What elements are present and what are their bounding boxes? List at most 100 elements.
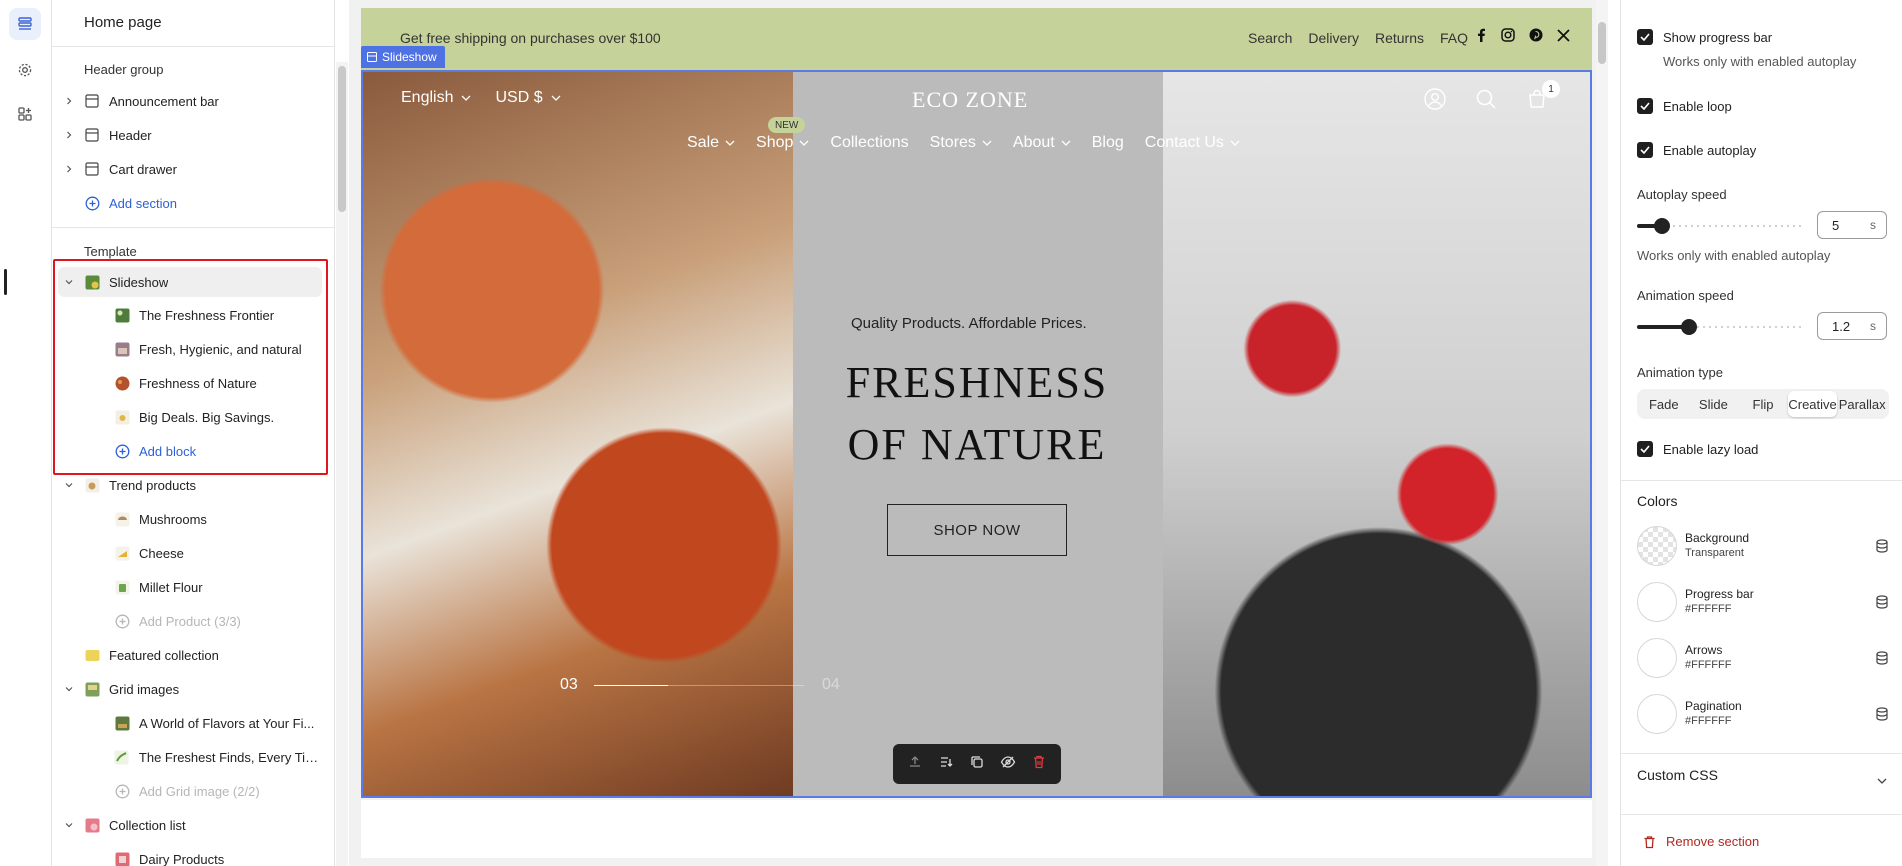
chevron-down-icon[interactable]: [64, 277, 74, 287]
nav-stores[interactable]: Stores: [930, 134, 992, 152]
section-trend-products[interactable]: Trend products: [52, 470, 322, 500]
store-logo[interactable]: ECO ZONE: [912, 87, 1028, 113]
chevron-right-icon[interactable]: [64, 164, 74, 174]
nav-about[interactable]: About: [1013, 134, 1071, 152]
link-faq[interactable]: FAQ: [1440, 30, 1468, 46]
preview-scrollbar[interactable]: [1596, 0, 1608, 866]
section-grid-images[interactable]: Grid images: [52, 674, 322, 704]
settings-gear-icon[interactable]: [9, 54, 41, 86]
block-mushrooms[interactable]: Mushrooms: [52, 504, 322, 534]
sidebar-scrollbar-thumb[interactable]: [338, 66, 346, 212]
block-cheese[interactable]: Cheese: [52, 538, 322, 568]
color-swatch[interactable]: [1637, 694, 1677, 734]
color-swatch[interactable]: [1637, 582, 1677, 622]
block-freshest-finds[interactable]: The Freshest Finds, Every Time: [52, 742, 322, 772]
announcement-bar[interactable]: Get free shipping on purchases over $100…: [361, 8, 1592, 70]
pinterest-icon[interactable]: [1529, 28, 1543, 47]
show-progress-bar-checkbox[interactable]: Show progress bar: [1637, 29, 1772, 45]
color-swatch[interactable]: [1637, 526, 1677, 566]
animation-speed-slider[interactable]: [1637, 319, 1801, 335]
slider-knob[interactable]: [1653, 218, 1670, 234]
block-dairy-products[interactable]: Dairy Products: [52, 844, 322, 866]
color-background[interactable]: Background Transparent: [1637, 526, 1889, 568]
x-twitter-icon[interactable]: [1557, 28, 1570, 47]
pagination-next[interactable]: 04: [822, 676, 840, 694]
chevron-down-icon: [551, 95, 561, 101]
database-icon[interactable]: [1875, 651, 1889, 670]
sections-icon[interactable]: [9, 8, 41, 40]
color-swatch[interactable]: [1637, 638, 1677, 678]
account-icon[interactable]: [1424, 88, 1446, 115]
duplicate-icon[interactable]: [969, 754, 985, 775]
slider-knob[interactable]: [1681, 319, 1698, 335]
divider: [1621, 480, 1902, 481]
link-delivery[interactable]: Delivery: [1308, 30, 1359, 46]
preview-scrollbar-thumb[interactable]: [1598, 22, 1606, 64]
enable-autoplay-checkbox[interactable]: Enable autoplay: [1637, 142, 1756, 158]
section-tag[interactable]: Slideshow: [361, 46, 445, 68]
chevron-down-icon: [725, 140, 735, 146]
language-selector[interactable]: English: [401, 89, 471, 107]
nav-shop[interactable]: Shop: [756, 134, 809, 152]
chevron-down-icon[interactable]: [64, 684, 74, 694]
custom-css-toggle[interactable]: Custom CSS: [1637, 767, 1718, 783]
autoplay-speed-slider[interactable]: [1637, 218, 1801, 234]
chevron-down-icon[interactable]: [64, 820, 74, 830]
nav-collections[interactable]: Collections: [830, 134, 908, 152]
lazy-load-checkbox[interactable]: Enable lazy load: [1637, 441, 1758, 457]
nav-contact-us[interactable]: Contact Us: [1145, 134, 1240, 152]
currency-selector[interactable]: USD $: [495, 89, 561, 107]
pagination-current[interactable]: 03: [560, 676, 578, 694]
section-slideshow[interactable]: Slideshow: [58, 267, 322, 297]
animation-type-parallax[interactable]: Parallax: [1837, 391, 1887, 417]
animation-type-fade[interactable]: Fade: [1639, 391, 1689, 417]
block-freshness-of-nature[interactable]: Freshness of Nature: [52, 368, 322, 398]
color-arrows[interactable]: Arrows #FFFFFF: [1637, 638, 1889, 680]
animation-speed-input[interactable]: 1.2 s: [1817, 312, 1887, 340]
add-product-button[interactable]: Add Product (3/3): [52, 606, 322, 636]
hide-eye-icon[interactable]: [1000, 754, 1016, 775]
delete-trash-icon[interactable]: [1031, 754, 1047, 775]
block-millet-flour[interactable]: Millet Flour: [52, 572, 322, 602]
chevron-right-icon[interactable]: [64, 130, 74, 140]
section-featured-collection[interactable]: Featured collection: [52, 640, 322, 670]
color-pagination[interactable]: Pagination #FFFFFF: [1637, 694, 1889, 736]
enable-loop-checkbox[interactable]: Enable loop: [1637, 98, 1732, 114]
chevron-right-icon[interactable]: [64, 96, 74, 106]
remove-section-button[interactable]: Remove section: [1643, 834, 1759, 849]
search-icon[interactable]: [1475, 88, 1497, 115]
move-down-icon[interactable]: [938, 754, 954, 775]
section-header[interactable]: Header: [52, 120, 322, 150]
block-the-freshness-frontier[interactable]: The Freshness Frontier: [52, 300, 322, 330]
add-block-button[interactable]: Add block: [52, 436, 322, 466]
nav-blog[interactable]: Blog: [1092, 134, 1124, 152]
block-fresh-hygienic-natural[interactable]: Fresh, Hygienic, and natural: [52, 334, 322, 364]
add-grid-image-button[interactable]: Add Grid image (2/2): [52, 776, 322, 806]
database-icon[interactable]: [1875, 595, 1889, 614]
autoplay-speed-input[interactable]: 5 s: [1817, 211, 1887, 239]
section-cart-drawer[interactable]: Cart drawer: [52, 154, 322, 184]
chevron-down-icon[interactable]: [1877, 771, 1887, 789]
block-world-of-flavors[interactable]: A World of Flavors at Your Fi...: [52, 708, 322, 738]
link-returns[interactable]: Returns: [1375, 30, 1424, 46]
section-announcement-bar[interactable]: Announcement bar: [52, 86, 322, 116]
facebook-icon[interactable]: [1475, 28, 1487, 47]
color-progress-bar[interactable]: Progress bar #FFFFFF: [1637, 582, 1889, 624]
apps-icon[interactable]: [9, 98, 41, 130]
animation-type-slide[interactable]: Slide: [1689, 391, 1739, 417]
block-big-deals[interactable]: Big Deals. Big Savings.: [52, 402, 322, 432]
section-collection-list[interactable]: Collection list: [52, 810, 322, 840]
shop-now-button[interactable]: SHOP NOW: [887, 504, 1067, 556]
nav-sale[interactable]: Sale: [687, 134, 735, 152]
database-icon[interactable]: [1875, 707, 1889, 726]
animation-type-flip[interactable]: Flip: [1738, 391, 1788, 417]
block-toolbar: [893, 744, 1061, 784]
database-icon[interactable]: [1875, 539, 1889, 558]
chevron-down-icon[interactable]: [64, 480, 74, 490]
move-up-icon[interactable]: [907, 754, 923, 775]
link-search[interactable]: Search: [1248, 30, 1292, 46]
instagram-icon[interactable]: [1501, 28, 1515, 47]
animation-type-creative[interactable]: Creative: [1787, 391, 1838, 417]
progress-bar-help-text: Works only with enabled autoplay: [1663, 54, 1857, 69]
add-section-button[interactable]: Add section: [52, 188, 322, 218]
